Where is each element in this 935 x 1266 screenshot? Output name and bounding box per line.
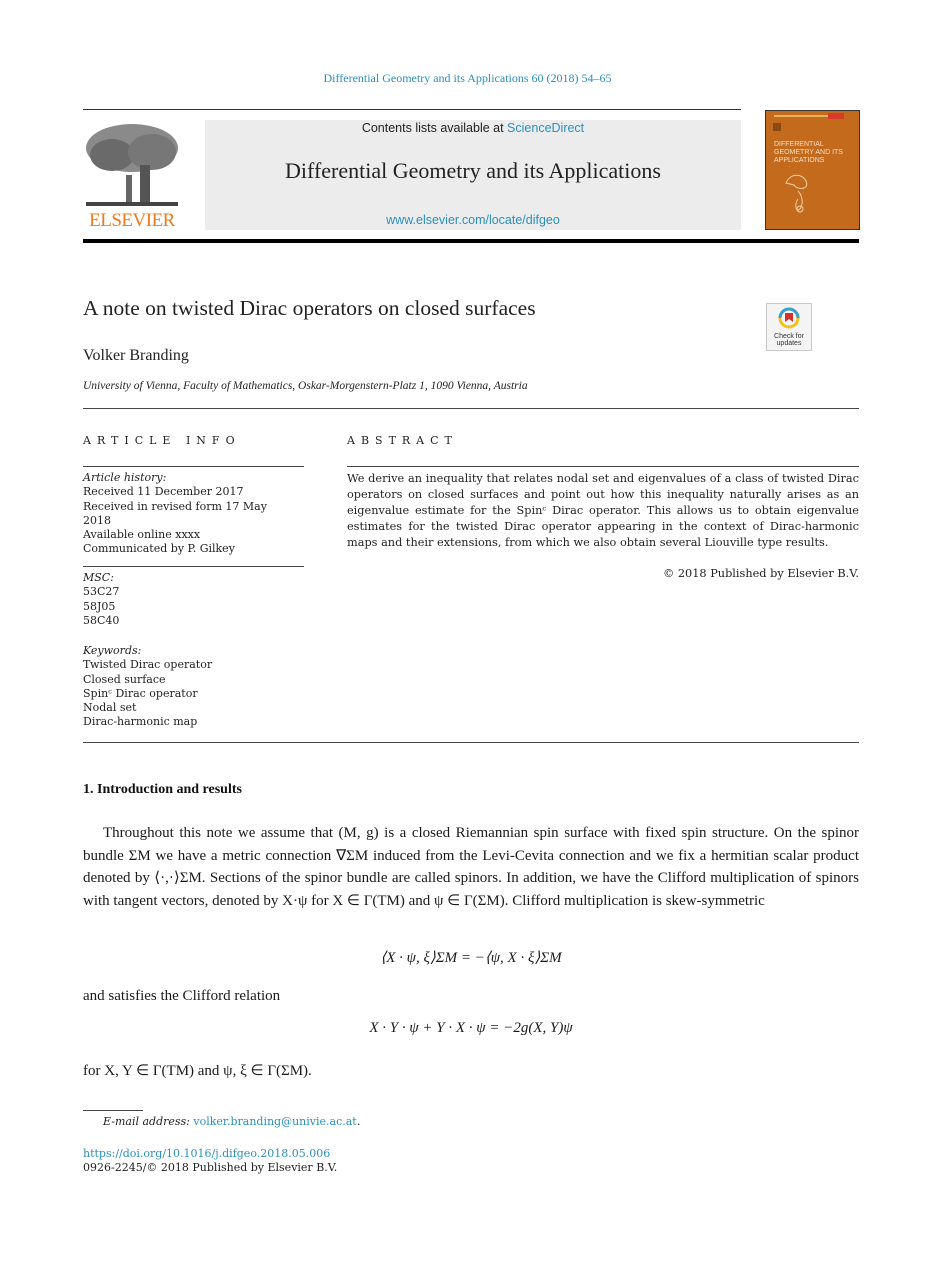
check-for-updates-button[interactable]: Check for updates [766, 303, 812, 351]
running-head[interactable]: Differential Geometry and its Applicatio… [0, 71, 935, 86]
abstract-heading: ABSTRACT [347, 434, 458, 447]
crossmark-label-line1: Check for [774, 333, 804, 340]
equation-skew-symmetry: ⟨X · ψ, ξ⟩ΣM = −⟨ψ, X · ξ⟩ΣM [380, 950, 562, 966]
msc-code: 58C40 [83, 613, 120, 627]
intro-paragraph: Throughout this note we assume that (M, … [83, 825, 859, 909]
divider [83, 466, 304, 467]
cover-publisher-icon [773, 123, 781, 131]
article-info-heading: ARTICLE INFO [83, 434, 241, 447]
equation-conditions-text: for X, Y ∈ Γ(TM) and ψ, ξ ∈ Γ(ΣM). [83, 1063, 312, 1079]
email-label: E-mail address: [103, 1115, 190, 1128]
equation-clifford-relation: X · Y · ψ + Y · X · ψ = −2g(X, Y)ψ [369, 1020, 573, 1036]
keywords: Keywords: Twisted Dirac operator Closed … [83, 644, 308, 730]
journal-url-link[interactable]: www.elsevier.com/locate/difgeo [205, 213, 741, 227]
author-affiliation: University of Vienna, Faculty of Mathema… [83, 380, 528, 392]
article-history: Article history: Received 11 December 20… [83, 471, 308, 557]
keyword: Spinᶜ Dirac operator [83, 686, 198, 700]
divider [83, 408, 859, 409]
email-link[interactable]: volker.branding@univie.ac.at [193, 1115, 356, 1128]
footnote-email: E-mail address: volker.branding@univie.a… [103, 1115, 361, 1128]
keyword: Closed surface [83, 672, 166, 686]
journal-title: Differential Geometry and its Applicatio… [285, 158, 661, 183]
sciencedirect-link[interactable]: ScienceDirect [507, 121, 584, 135]
msc-code: 58J05 [83, 599, 116, 613]
issn-line: 0926-2245/© 2018 Published by Elsevier B… [83, 1161, 338, 1174]
article-title: A note on twisted Dirac operators on clo… [83, 296, 536, 320]
divider [347, 466, 859, 467]
journal-masthead: Contents lists available at ScienceDirec… [205, 120, 741, 230]
header-rule-thick [83, 239, 859, 243]
crossmark-label: Check for updates [767, 333, 811, 347]
keyword: Twisted Dirac operator [83, 658, 213, 672]
keywords-label: Keywords: [83, 644, 142, 657]
author-name: Volker Branding [83, 347, 189, 364]
doi-link[interactable]: https://doi.org/10.1016/j.difgeo.2018.05… [83, 1147, 330, 1160]
msc-code: 53C27 [83, 585, 120, 599]
clifford-intro-text: and satisfies the Clifford relation [83, 988, 281, 1004]
history-label: Article history: [83, 471, 167, 484]
history-received: Received 11 December 2017 [83, 485, 244, 499]
cover-stripe [774, 115, 832, 117]
journal-cover-thumbnail[interactable]: DIFFERENTIAL GEOMETRY AND ITS APPLICATIO… [765, 110, 860, 230]
msc-label: MSC: [83, 571, 114, 584]
keyword: Nodal set [83, 701, 137, 715]
abstract-text: We derive an inequality that relates nod… [347, 472, 859, 549]
divider [83, 566, 304, 567]
contents-prefix: Contents lists available at [361, 121, 508, 135]
msc-codes: MSC: 53C27 58J05 58C40 [83, 571, 308, 628]
section-heading: 1. Introduction and results [83, 782, 242, 797]
cover-accent [828, 113, 844, 119]
contents-line: Contents lists available at ScienceDirec… [205, 121, 741, 135]
cover-illustration-icon [785, 174, 808, 213]
history-available: Available online xxxx [83, 528, 201, 542]
header-rule [83, 109, 741, 110]
divider [83, 742, 859, 743]
elsevier-wordmark: ELSEVIER [89, 210, 175, 231]
abstract-copyright: © 2018 Published by Elsevier B.V. [662, 567, 859, 580]
keyword: Dirac-harmonic map [83, 715, 198, 729]
crossmark-label-line2: updates [776, 340, 802, 347]
cover-title: DIFFERENTIAL GEOMETRY AND ITS APPLICATIO… [774, 141, 843, 164]
crossmark-icon [778, 307, 800, 329]
history-revised: Received in revised form 17 May 2018 [83, 499, 267, 527]
history-communicated: Communicated by P. Gilkey [83, 542, 235, 556]
footnote-rule [83, 1110, 143, 1111]
